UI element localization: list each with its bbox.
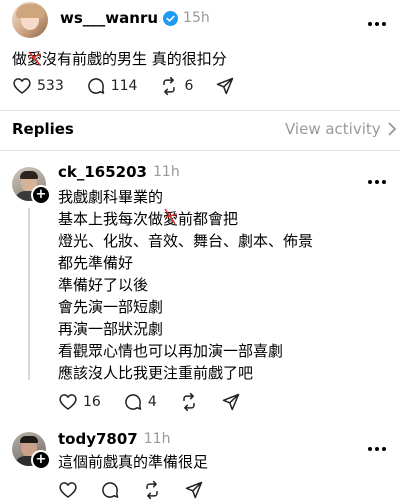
like-count: 533: [37, 78, 64, 94]
reply1-repost-button[interactable]: [179, 392, 199, 412]
like-button[interactable]: 533: [12, 76, 64, 96]
reply1-struck-word: 愛: [163, 208, 178, 230]
reply2-more-icon[interactable]: [366, 437, 388, 451]
reply2-repost-button[interactable]: [142, 480, 162, 500]
heart-icon: [12, 76, 32, 96]
reply1-time: 11h: [153, 164, 180, 180]
reply2-like-button[interactable]: [58, 480, 78, 500]
reply1-comment-count: 4: [147, 394, 157, 410]
reply2-comment-button[interactable]: [100, 480, 120, 500]
reply1-line: 再演一部狀況劇: [58, 320, 164, 338]
replies-title: Replies: [12, 120, 74, 138]
post-actions: 533 114 6: [12, 76, 235, 96]
reply1-like-count: 16: [83, 394, 101, 410]
comment-button[interactable]: 114: [86, 76, 138, 96]
reply1-line: 基本上我每次做愛 前都會把: [58, 208, 388, 230]
reply1-line-part: 前都會把: [178, 210, 239, 228]
send-icon: [215, 76, 235, 96]
comment-icon: [100, 480, 120, 500]
repost-icon: [179, 392, 199, 412]
reply1-line: 準備好了以後: [58, 276, 149, 294]
verified-badge-icon: [163, 10, 179, 26]
repost-count: 6: [184, 78, 194, 94]
comment-icon: [86, 76, 106, 96]
reply2-time: 11h: [143, 431, 171, 447]
reply1-share-button[interactable]: [221, 392, 241, 412]
reply1-text: 我戲劇科畢業的 基本上我每次做愛 前都會把 燈光、化妝、音效、舞台、劇本、佈景 都…: [58, 186, 388, 384]
reply1-line: 應該沒人比我更注重前戲了吧: [58, 364, 254, 382]
post-avatar[interactable]: [12, 2, 48, 38]
heart-icon: [58, 480, 78, 500]
send-icon: [221, 392, 241, 412]
post-text-part: 做: [12, 50, 28, 68]
post-text: 做愛沒有前戲的男生 真的很扣分: [12, 48, 227, 70]
repost-button[interactable]: 6: [159, 76, 193, 96]
reply1-username[interactable]: ck_165203: [58, 163, 147, 181]
reply2-text: 這個前戲真的準備很足: [58, 453, 209, 471]
send-icon: [184, 480, 204, 500]
reply2-actions: [58, 480, 204, 500]
chevron-right-icon: [387, 122, 397, 136]
view-activity-label: View activity: [285, 120, 381, 138]
reply2-username[interactable]: tody7807: [58, 430, 138, 448]
replies-divider: [0, 150, 400, 151]
comment-count: 114: [110, 78, 138, 94]
reply1-line: 燈光、化妝、音效、舞台、劇本、佈景: [58, 232, 314, 250]
reply1-more-icon[interactable]: [366, 170, 388, 184]
reply1-like-button[interactable]: 16: [58, 392, 101, 412]
reply1-actions: 16 4: [58, 392, 241, 412]
reply1-comment-button[interactable]: 4: [123, 392, 157, 412]
more-options-icon[interactable]: [366, 12, 388, 26]
post-divider: [0, 110, 400, 111]
reply1-line: 會先演一部短劇: [58, 298, 164, 316]
repost-icon: [159, 76, 179, 96]
post-text-part: 沒有前戲的男生 真的很扣分: [42, 50, 227, 68]
view-activity-link[interactable]: View activity: [285, 120, 397, 138]
post-username[interactable]: ws___wanru: [60, 9, 158, 27]
heart-icon: [58, 392, 78, 412]
reply1-follow-plus-icon[interactable]: +: [31, 185, 51, 205]
reply2-follow-plus-icon[interactable]: +: [31, 450, 51, 470]
reply1-line-part: 基本上我每次做: [58, 210, 164, 228]
reply1-line: 我戲劇科畢業的: [58, 188, 164, 206]
reply1-thread-line: [28, 208, 30, 380]
reply2-share-button[interactable]: [184, 480, 204, 500]
share-button[interactable]: [215, 76, 235, 96]
comment-icon: [123, 392, 143, 412]
repost-icon: [142, 480, 162, 500]
reply1-line: 都先準備好: [58, 254, 134, 272]
post-time: 15h: [183, 10, 210, 26]
post-struck-word: 愛: [27, 48, 42, 70]
reply1-line: 看觀眾心情也可以再加演一部喜劇: [58, 342, 284, 360]
